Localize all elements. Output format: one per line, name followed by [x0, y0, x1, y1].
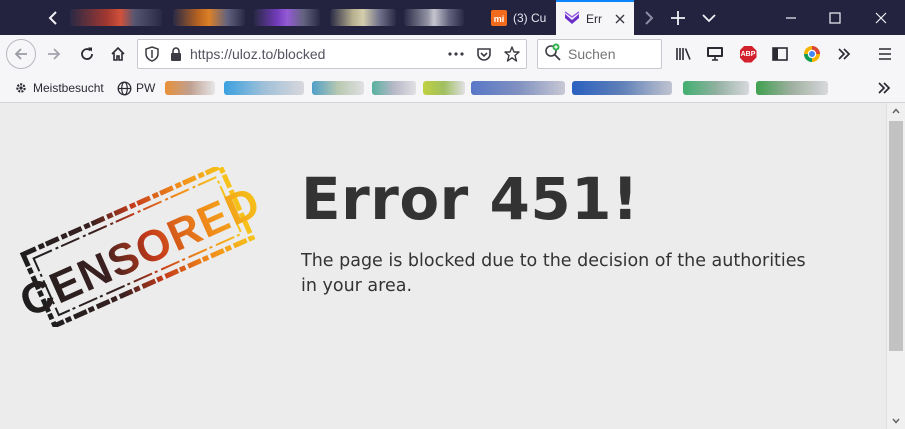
hamburger-menu-button[interactable]: [871, 40, 899, 68]
adblock-plus-button[interactable]: ABP: [734, 40, 762, 68]
arrow-right-icon: [48, 48, 61, 60]
minimize-icon: [786, 16, 796, 19]
lock-icon[interactable]: [166, 40, 186, 68]
bookmark-pw[interactable]: PW: [116, 78, 155, 98]
library-icon: [676, 48, 691, 60]
gear-icon: [13, 80, 29, 96]
colorful-extension-icon: [804, 46, 820, 62]
censored-stamp: CENSORED: [13, 163, 268, 329]
tab-title: (3) Cu: [513, 10, 547, 25]
bookmark-meistbesucht[interactable]: Meistbesucht: [13, 78, 104, 98]
bookmarks-toolbar: Meistbesucht PW: [0, 73, 905, 103]
list-all-tabs-button[interactable]: [697, 0, 721, 35]
bookmark-label: Meistbesucht: [33, 81, 104, 95]
window-close-button[interactable]: [866, 0, 896, 35]
blurred-bookmark[interactable]: [224, 81, 304, 95]
blurred-bookmark[interactable]: [756, 81, 828, 95]
forward-button[interactable]: [40, 40, 68, 68]
tab-active[interactable]: Err: [556, 0, 634, 35]
extension-button[interactable]: [798, 40, 826, 68]
adblock-plus-icon: ABP: [739, 45, 757, 63]
maximize-button[interactable]: [820, 0, 850, 35]
chevron-right-icon: [645, 10, 654, 25]
bookmark-star-icon[interactable]: [498, 40, 526, 68]
library-button[interactable]: [670, 40, 698, 68]
scroll-up-button[interactable]: [887, 103, 905, 119]
blurred-bookmark[interactable]: [312, 81, 364, 95]
tab-title: Err: [586, 11, 602, 26]
blurred-tab[interactable]: [254, 9, 320, 26]
minimize-button[interactable]: [776, 0, 806, 35]
blurred-bookmark[interactable]: [471, 81, 565, 95]
maximize-icon: [829, 11, 841, 24]
back-button[interactable]: [6, 39, 36, 69]
blurred-bookmark[interactable]: [683, 81, 749, 95]
sidebar-toggle-button[interactable]: [766, 40, 794, 68]
tracking-shield-icon[interactable]: [138, 40, 166, 68]
search-input[interactable]: [568, 46, 658, 62]
tab-inactive[interactable]: mi (3) Cu: [483, 0, 553, 35]
chevron-down-icon: [892, 418, 900, 424]
sidebar-icon: [772, 47, 788, 61]
blurred-bookmark[interactable]: [372, 81, 416, 95]
chevron-up-icon: [892, 108, 900, 114]
chevron-down-icon: [702, 13, 716, 22]
home-button[interactable]: [104, 40, 132, 68]
arrow-left-icon: [14, 48, 27, 60]
blurred-bookmark[interactable]: [423, 81, 465, 95]
error-title: Error 451!: [301, 165, 639, 233]
tab-strip: mi (3) Cu Err: [0, 0, 905, 35]
bookmarks-overflow-button[interactable]: [872, 78, 896, 98]
monitor-icon: [707, 47, 723, 61]
globe-icon: [116, 80, 132, 96]
blurred-bookmark[interactable]: [572, 81, 672, 95]
close-icon[interactable]: [612, 11, 628, 27]
overflow-menu-button[interactable]: [830, 40, 858, 68]
svg-text:mi: mi: [494, 14, 505, 24]
search-bar[interactable]: [537, 39, 662, 69]
blurred-tab[interactable]: [330, 9, 396, 26]
plus-icon: [671, 10, 685, 25]
tab-scroll-left-button[interactable]: [42, 0, 64, 35]
purple-chevron-icon: [564, 10, 580, 27]
close-icon: [875, 12, 887, 23]
orange-mi-icon: mi: [491, 9, 507, 26]
new-tab-button[interactable]: [666, 0, 690, 35]
blurred-tab[interactable]: [70, 9, 162, 26]
url-bar[interactable]: https://uloz.to/blocked: [137, 39, 527, 69]
scroll-thumb[interactable]: [889, 121, 903, 351]
screenshot-button[interactable]: [701, 40, 729, 68]
url-text[interactable]: https://uloz.to/blocked: [190, 46, 442, 62]
blurred-bookmark[interactable]: [165, 81, 215, 95]
reload-button[interactable]: [73, 40, 101, 68]
bookmark-label: PW: [136, 81, 156, 95]
tab-scroll-right-button[interactable]: [638, 0, 660, 35]
blurred-tab[interactable]: [404, 9, 464, 26]
home-icon: [111, 46, 125, 61]
error-description: The page is blocked due to the decision …: [301, 251, 806, 296]
search-engine-icon[interactable]: [544, 43, 562, 65]
page-content: CENSORED Error 451! The page is blocked …: [0, 103, 886, 429]
pocket-icon[interactable]: [470, 40, 498, 68]
scroll-down-button[interactable]: [887, 413, 905, 429]
double-chevron-right-icon: [838, 48, 851, 60]
reload-icon: [81, 47, 93, 60]
blurred-tab[interactable]: [173, 9, 245, 26]
vertical-scrollbar[interactable]: [886, 103, 905, 429]
hamburger-icon: [879, 48, 891, 60]
navigation-toolbar: https://uloz.to/blocked ABP: [0, 35, 905, 73]
chevron-left-icon: [48, 10, 57, 25]
page-actions-icon[interactable]: [442, 40, 470, 68]
double-chevron-right-icon: [878, 82, 891, 94]
